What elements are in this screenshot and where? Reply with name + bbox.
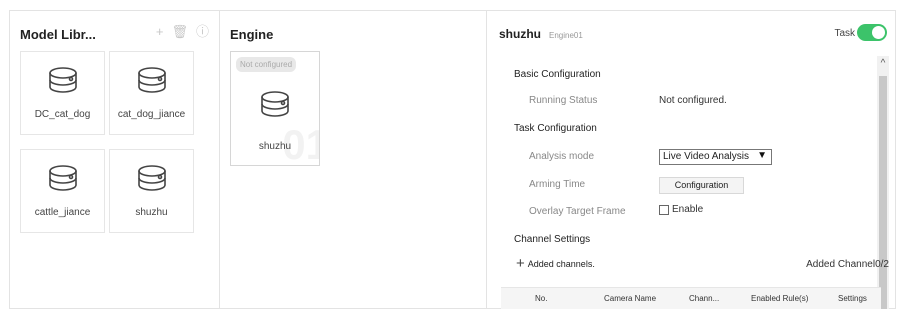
running-status-value: Not configured. <box>659 95 727 106</box>
engine-card[interactable]: 01 Not configured shuzhu <box>230 51 320 166</box>
table-header-channel: Chann... <box>689 294 720 303</box>
checkbox-box[interactable] <box>659 204 669 215</box>
enable-checkbox[interactable]: Enable <box>659 204 703 215</box>
table-header-camera-name: Camera Name <box>604 294 657 303</box>
engine-config-panel: shuzhu Engine01 Task ^ Basic Configurati… <box>486 10 896 309</box>
configuration-button[interactable]: Configuration <box>659 177 744 194</box>
table-header-enabled-rules: Enabled Rule(s) <box>751 294 809 303</box>
added-channels-label: Added channels. <box>527 259 595 269</box>
plus-icon[interactable]: + <box>156 25 164 39</box>
database-icon <box>48 165 77 191</box>
info-icon[interactable]: ⓘ <box>196 25 209 39</box>
model-library-toolbar: + 🗑 ⓘ <box>156 25 209 39</box>
table-header-no: No. <box>535 294 548 303</box>
table-header-settings: Settings <box>838 294 867 303</box>
model-card[interactable]: cattle_jiance <box>20 149 105 233</box>
model-card-label: shuzhu <box>135 207 168 218</box>
model-card[interactable]: shuzhu <box>109 149 194 233</box>
database-icon <box>48 67 77 93</box>
model-card[interactable]: DC_cat_dog <box>20 51 105 135</box>
model-card-label: cattle_jiance <box>34 207 91 218</box>
basic-config-heading: Basic Configuration <box>514 69 601 80</box>
analysis-mode-select[interactable]: Live Video Analysis ▼ <box>659 149 772 165</box>
model-card[interactable]: cat_dog_jiance <box>109 51 194 135</box>
chevron-up-icon[interactable]: ^ <box>877 58 889 69</box>
model-library-panel: Model Libr... + 🗑 ⓘ DC_cat_dog cat_dog_j… <box>9 10 219 309</box>
database-icon <box>261 91 289 117</box>
engine-panel: Engine 01 Not configured shuzhu <box>219 10 486 309</box>
task-label: Task <box>834 28 855 39</box>
analysis-mode-label: Analysis mode <box>529 151 595 162</box>
add-channels-button[interactable]: + Added channels. <box>516 255 595 272</box>
channel-settings-heading: Channel Settings <box>514 234 591 245</box>
chevron-down-icon: ▼ <box>757 150 767 161</box>
status-badge: Not configured <box>236 57 297 72</box>
database-icon <box>137 67 166 93</box>
model-library-title: Model Libr... <box>20 27 96 42</box>
running-status-label: Running Status <box>529 95 598 106</box>
engine-title: Engine <box>230 27 274 42</box>
added-channel-count: Added Channel0/2 <box>806 259 889 270</box>
config-header: shuzhu Engine01 <box>499 27 583 41</box>
config-title: shuzhu <box>499 27 541 41</box>
task-toggle[interactable] <box>857 24 887 41</box>
trash-icon[interactable]: 🗑 <box>171 25 188 39</box>
model-card-label: cat_dog_jiance <box>117 109 186 120</box>
engine-card-label: shuzhu <box>258 141 292 152</box>
enable-label: Enable <box>672 204 704 215</box>
analysis-mode-value: Live Video Analysis <box>663 151 749 162</box>
scrollbar[interactable]: ^ <box>877 56 889 309</box>
arming-time-label: Arming Time <box>529 179 586 190</box>
scrollbar-thumb[interactable] <box>879 76 887 309</box>
plus-icon: + <box>516 255 525 272</box>
overlay-target-frame-label: Overlay Target Frame <box>529 206 626 217</box>
config-subtitle: Engine01 <box>549 31 583 40</box>
model-card-label: DC_cat_dog <box>34 109 91 120</box>
task-config-heading: Task Configuration <box>514 123 597 134</box>
database-icon <box>137 165 166 191</box>
channel-table-header: No. Camera Name Chann... Enabled Rule(s)… <box>501 287 881 309</box>
